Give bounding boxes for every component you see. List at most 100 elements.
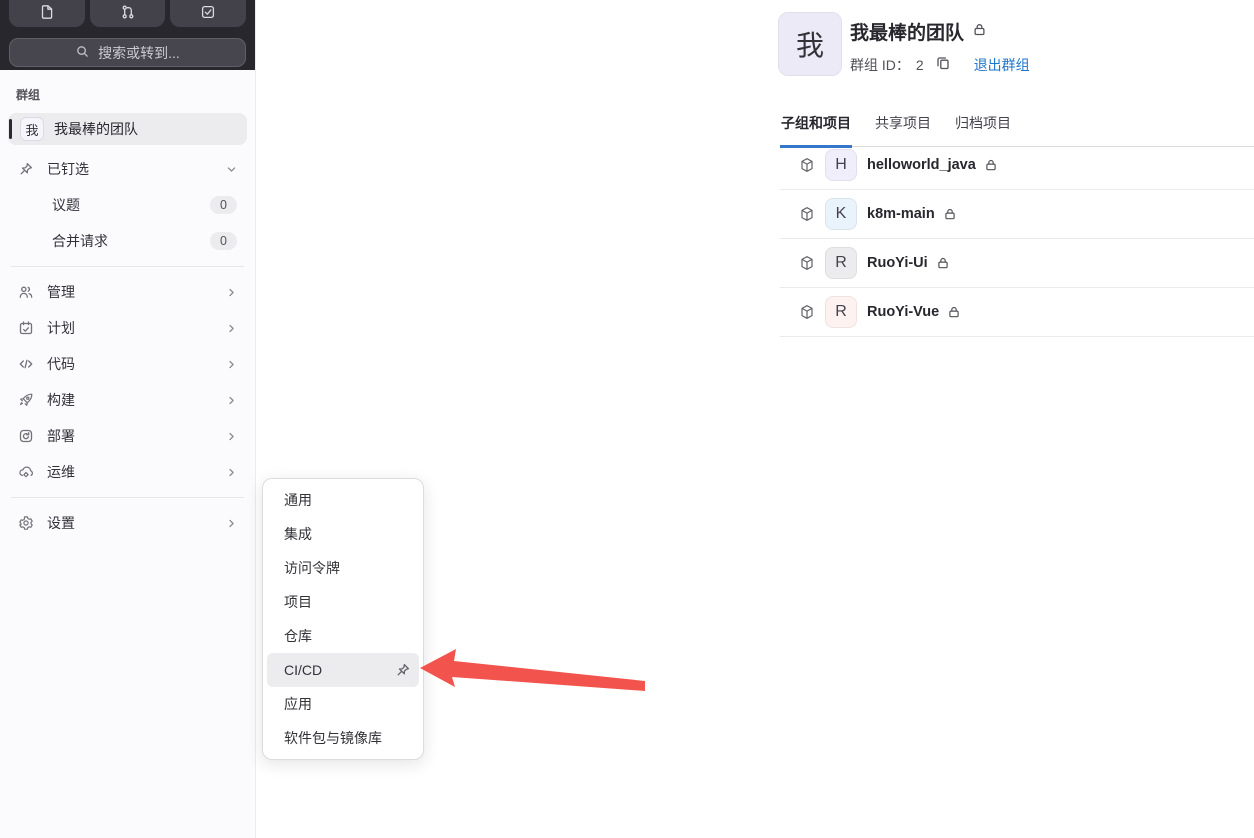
deploy-icon [18, 428, 34, 444]
sidebar-item-label: 合并请求 [52, 233, 108, 249]
projects-list: H helloworld_java K k8m-main R RuoYi-Ui [780, 141, 1254, 337]
gear-icon [18, 515, 34, 531]
search-input[interactable]: 搜索或转到... [9, 38, 246, 67]
shortcut-buttons [0, 0, 255, 27]
sidebar-item-label: 代码 [47, 356, 75, 372]
project-avatar: R [825, 296, 857, 328]
search-placeholder: 搜索或转到... [98, 44, 180, 61]
project-row[interactable]: R RuoYi-Ui [780, 239, 1254, 288]
cloud-gear-icon [18, 464, 34, 480]
chevron-right-icon [226, 518, 237, 529]
sidebar-item-label: 构建 [47, 392, 75, 408]
sidebar-item-label: 设置 [47, 515, 75, 531]
lock-icon [936, 256, 950, 270]
project-cube-icon [799, 255, 815, 271]
sidebar-item-code[interactable]: 代码 [8, 348, 247, 380]
menu-item-integrations[interactable]: 集成 [267, 517, 419, 551]
sidebar-section-label: 群组 [16, 88, 41, 102]
chevron-right-icon [226, 431, 237, 442]
menu-item-packages-registries[interactable]: 软件包与镜像库 [267, 721, 419, 755]
lock-icon [984, 158, 998, 172]
sidebar-item-merge-requests[interactable]: 合并请求 0 [8, 225, 247, 257]
sidebar-item-label: 运维 [47, 464, 75, 480]
super-sidebar: 搜索或转到... 群组 我 我最棒的团队 已钉选 议题 0 合并请求 0 管理 … [0, 0, 256, 838]
users-icon [18, 284, 34, 300]
project-name: k8m-main [867, 206, 935, 222]
calendar-icon [18, 320, 34, 336]
chevron-right-icon [226, 287, 237, 298]
menu-item-general[interactable]: 通用 [267, 483, 419, 517]
menu-item-cicd[interactable]: CI/CD [267, 653, 419, 687]
sidebar-context-header: 搜索或转到... [0, 0, 255, 70]
chevron-right-icon [226, 323, 237, 334]
active-indicator [9, 119, 12, 139]
leave-group-link[interactable]: 退出群组 [974, 55, 1030, 75]
project-name: helloworld_java [867, 157, 976, 173]
sidebar-item-label: 计划 [47, 320, 75, 336]
issues-icon [39, 4, 55, 23]
pin-icon [18, 161, 34, 177]
project-avatar: H [825, 149, 857, 181]
chevron-right-icon [226, 395, 237, 406]
merge-requests-shortcut-button[interactable] [89, 0, 166, 27]
pin-icon[interactable] [395, 662, 411, 678]
arrow-shape [420, 649, 645, 691]
sidebar-item-settings[interactable]: 设置 [8, 507, 247, 539]
sidebar-item-issues[interactable]: 议题 0 [8, 189, 247, 221]
lock-icon [943, 207, 957, 221]
chevron-right-icon [226, 359, 237, 370]
sidebar-divider [11, 497, 244, 498]
page-title: 我最棒的团队 [850, 23, 965, 44]
rocket-icon [18, 392, 34, 408]
group-id-value: 2 [915, 56, 924, 73]
group-avatar: 我 [778, 12, 842, 76]
sidebar-item-label: 已钉选 [47, 161, 89, 177]
issues-count-badge: 0 [210, 196, 237, 214]
project-avatar: R [825, 247, 857, 279]
sidebar-item-operate[interactable]: 运维 [8, 456, 247, 488]
menu-item-projects[interactable]: 项目 [267, 585, 419, 619]
project-cube-icon [799, 206, 815, 222]
group-id-label: 群组 ID： [850, 56, 910, 73]
menu-item-label: CI/CD [284, 662, 323, 678]
search-icon [75, 44, 90, 62]
sidebar-item-label: 管理 [47, 284, 75, 300]
todos-icon [200, 4, 216, 23]
sidebar-item-label: 议题 [52, 197, 80, 213]
group-header: 我最棒的团队 群组 ID： 2 退出群组 [850, 18, 1030, 75]
menu-item-repository[interactable]: 仓库 [267, 619, 419, 653]
project-row[interactable]: K k8m-main [780, 190, 1254, 239]
project-name: RuoYi-Vue [867, 304, 940, 320]
project-cube-icon [799, 304, 815, 320]
project-avatar: K [825, 198, 857, 230]
sidebar-item-build[interactable]: 构建 [8, 384, 247, 416]
project-row[interactable]: H helloworld_java [780, 141, 1254, 190]
project-row[interactable]: R RuoYi-Vue [780, 288, 1254, 337]
merge-request-icon [120, 4, 136, 23]
code-icon [18, 356, 34, 372]
lock-icon [947, 305, 961, 319]
menu-item-applications[interactable]: 应用 [267, 687, 419, 721]
chevron-right-icon [226, 467, 237, 478]
project-cube-icon [799, 157, 815, 173]
sidebar-item-plan[interactable]: 计划 [8, 312, 247, 344]
sidebar-nav: 已钉选 议题 0 合并请求 0 管理 计划 代码 构建 部署 运维 设置 [0, 153, 255, 539]
chevron-down-icon [226, 164, 237, 175]
sidebar-item-deploy[interactable]: 部署 [8, 420, 247, 452]
issues-shortcut-button[interactable] [9, 0, 85, 27]
sidebar-item-label: 部署 [47, 428, 75, 444]
group-avatar-small: 我 [20, 117, 44, 141]
group-context-title: 我最棒的团队 [54, 121, 138, 137]
copy-group-id-button[interactable] [934, 54, 952, 75]
sidebar-context-group[interactable]: 我 我最棒的团队 [8, 113, 247, 145]
sidebar-item-pinned[interactable]: 已钉选 [8, 153, 247, 185]
sidebar-divider [11, 266, 244, 267]
merge-requests-count-badge: 0 [210, 232, 237, 250]
menu-item-access-tokens[interactable]: 访问令牌 [267, 551, 419, 585]
lock-icon [972, 22, 987, 42]
todos-shortcut-button[interactable] [170, 0, 247, 27]
copy-to-clipboard-icon [935, 55, 951, 74]
sidebar-item-manage[interactable]: 管理 [8, 276, 247, 308]
project-name: RuoYi-Ui [867, 255, 928, 271]
gitlab-group-page: 搜索或转到... 群组 我 我最棒的团队 已钉选 议题 0 合并请求 0 管理 … [0, 0, 1254, 838]
